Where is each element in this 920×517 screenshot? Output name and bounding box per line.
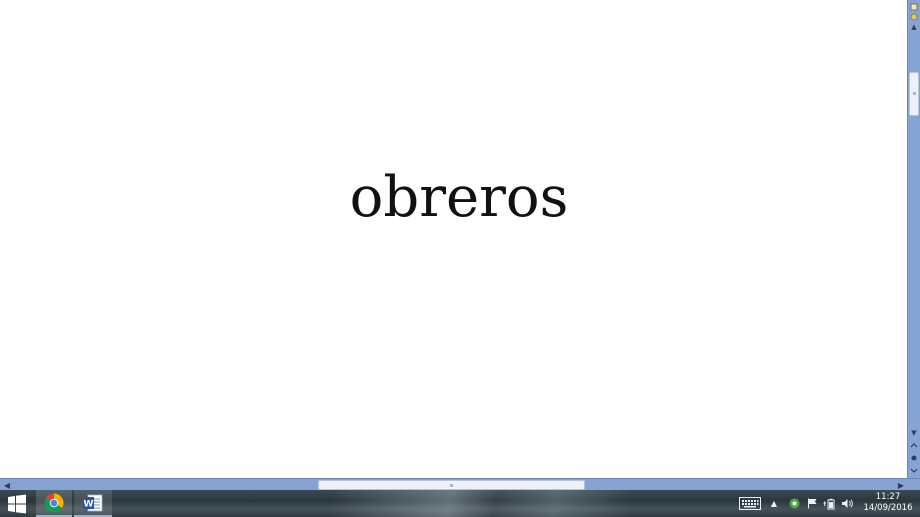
keyboard-icon (739, 497, 761, 510)
windows-logo-icon (8, 494, 26, 513)
clock-date: 14/09/2016 (863, 503, 913, 513)
document-word: obreros (349, 165, 569, 230)
volume-icon[interactable] (839, 490, 855, 517)
chrome-icon (44, 493, 64, 513)
show-hidden-icons-button[interactable]: ▲ (768, 490, 780, 517)
document-canvas[interactable]: obreros (0, 0, 908, 478)
browse-object-icon[interactable] (909, 453, 919, 462)
horizontal-scrollbar[interactable]: ◀ ▶ (0, 478, 920, 490)
horizontal-scroll-thumb[interactable] (318, 480, 585, 490)
taskbar-word-button[interactable]: W (74, 490, 112, 517)
tray-app-icon[interactable] (787, 490, 801, 517)
clock-time: 11:27 (875, 492, 901, 502)
scroll-up-button[interactable]: ▲ (909, 23, 919, 32)
scroll-right-button[interactable]: ▶ (896, 480, 906, 490)
system-clock[interactable]: 11:27 14/09/2016 (860, 492, 916, 516)
action-center-flag-icon[interactable] (805, 490, 819, 517)
next-page-icon[interactable] (909, 465, 919, 474)
battery-power-icon[interactable] (821, 490, 837, 517)
vertical-scroll-thumb[interactable] (909, 72, 919, 116)
start-button[interactable] (0, 490, 34, 517)
touch-keyboard-button[interactable] (737, 490, 763, 517)
scroll-left-button[interactable]: ◀ (2, 480, 12, 490)
vertical-scrollbar[interactable]: ▲ ▼ (907, 0, 920, 478)
svg-text:W: W (84, 499, 94, 509)
taskbar-chrome-button[interactable] (36, 490, 72, 517)
taskbar: W ▲ 11:27 14/09/2016 (0, 490, 920, 517)
screen: obreros ▲ ▼ ◀ ▶ W ▲ 11:27 14/09/2016 (0, 0, 920, 517)
chevron-up-icon: ▲ (770, 499, 778, 508)
page-view-icon[interactable] (909, 2, 919, 11)
word-icon: W (83, 494, 103, 511)
scroll-down-button[interactable]: ▼ (909, 429, 919, 438)
previous-page-icon[interactable] (909, 441, 919, 450)
zoom-icon[interactable] (909, 12, 919, 21)
